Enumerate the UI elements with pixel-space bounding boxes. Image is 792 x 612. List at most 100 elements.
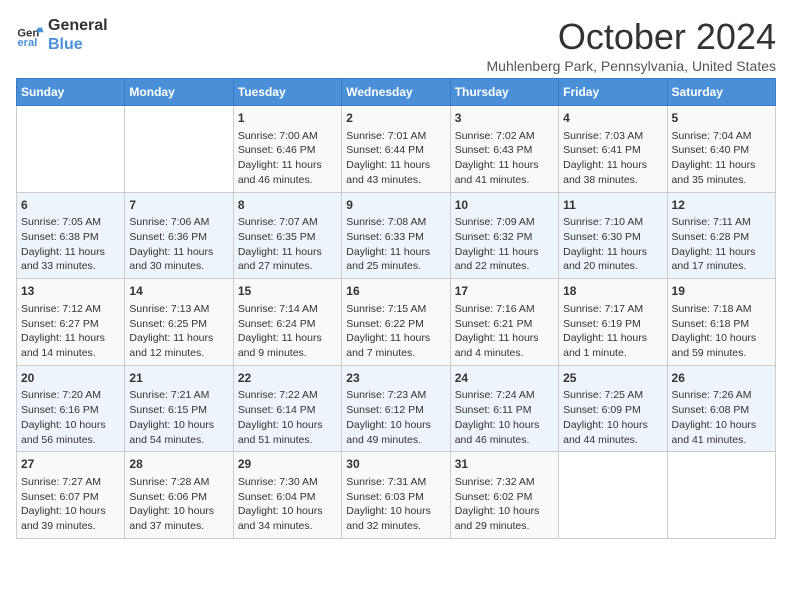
daylight-text: Daylight: 10 hours and 41 minutes. xyxy=(672,418,771,447)
day-cell: 15Sunrise: 7:14 AMSunset: 6:24 PMDayligh… xyxy=(233,279,341,366)
day-cell xyxy=(125,106,233,193)
sunset-text: Sunset: 6:38 PM xyxy=(21,230,120,245)
day-number: 5 xyxy=(672,110,771,127)
daylight-text: Daylight: 11 hours and 35 minutes. xyxy=(672,158,771,187)
day-cell: 20Sunrise: 7:20 AMSunset: 6:16 PMDayligh… xyxy=(17,365,125,452)
day-cell: 11Sunrise: 7:10 AMSunset: 6:30 PMDayligh… xyxy=(559,192,667,279)
day-number: 24 xyxy=(455,370,554,387)
sunset-text: Sunset: 6:21 PM xyxy=(455,317,554,332)
daylight-text: Daylight: 10 hours and 34 minutes. xyxy=(238,504,337,533)
daylight-text: Daylight: 11 hours and 25 minutes. xyxy=(346,245,445,274)
sunrise-text: Sunrise: 7:25 AM xyxy=(563,388,662,403)
day-cell: 5 Sunrise: 7:04 AMSunset: 6:40 PMDaylight… xyxy=(667,106,775,193)
sunrise-text: Sunrise: 7:12 AM xyxy=(21,302,120,317)
daylight-text: Daylight: 11 hours and 9 minutes. xyxy=(238,331,337,360)
sunset-text: Sunset: 6:22 PM xyxy=(346,317,445,332)
daylight-text: Daylight: 11 hours and 38 minutes. xyxy=(563,158,662,187)
daylight-text: Daylight: 11 hours and 22 minutes. xyxy=(455,245,554,274)
daylight-text: Daylight: 11 hours and 7 minutes. xyxy=(346,331,445,360)
sunset-text: Sunset: 6:24 PM xyxy=(238,317,337,332)
sunrise-text: Sunrise: 7:21 AM xyxy=(129,388,228,403)
day-number: 16 xyxy=(346,283,445,300)
sunrise-text: Sunrise: 7:22 AM xyxy=(238,388,337,403)
sunset-text: Sunset: 6:40 PM xyxy=(672,143,771,158)
logo: Gen eral General Blue xyxy=(16,16,108,54)
day-cell: 21Sunrise: 7:21 AMSunset: 6:15 PMDayligh… xyxy=(125,365,233,452)
sunrise-text: Sunrise: 7:26 AM xyxy=(672,388,771,403)
day-number: 4 xyxy=(563,110,662,127)
daylight-text: Daylight: 11 hours and 14 minutes. xyxy=(21,331,120,360)
day-number: 27 xyxy=(21,456,120,473)
day-cell: 1Sunrise: 7:00 AMSunset: 6:46 PMDaylight… xyxy=(233,106,341,193)
daylight-text: Daylight: 11 hours and 46 minutes. xyxy=(238,158,337,187)
location-subtitle: Muhlenberg Park, Pennsylvania, United St… xyxy=(487,58,777,74)
col-header-thursday: Thursday xyxy=(450,79,558,106)
sunset-text: Sunset: 6:33 PM xyxy=(346,230,445,245)
daylight-text: Daylight: 11 hours and 20 minutes. xyxy=(563,245,662,274)
sunrise-text: Sunrise: 7:11 AM xyxy=(672,215,771,230)
daylight-text: Daylight: 11 hours and 33 minutes. xyxy=(21,245,120,274)
day-cell: 30Sunrise: 7:31 AMSunset: 6:03 PMDayligh… xyxy=(342,452,450,539)
day-number: 12 xyxy=(672,197,771,214)
sunset-text: Sunset: 6:07 PM xyxy=(21,490,120,505)
day-number: 20 xyxy=(21,370,120,387)
sunset-text: Sunset: 6:16 PM xyxy=(21,403,120,418)
sunrise-text: Sunrise: 7:31 AM xyxy=(346,475,445,490)
sunset-text: Sunset: 6:09 PM xyxy=(563,403,662,418)
sunrise-text: Sunrise: 7:04 AM xyxy=(672,129,771,144)
daylight-text: Daylight: 11 hours and 4 minutes. xyxy=(455,331,554,360)
sunrise-text: Sunrise: 7:16 AM xyxy=(455,302,554,317)
day-cell: 22Sunrise: 7:22 AMSunset: 6:14 PMDayligh… xyxy=(233,365,341,452)
daylight-text: Daylight: 10 hours and 32 minutes. xyxy=(346,504,445,533)
day-number: 2 xyxy=(346,110,445,127)
day-cell: 26Sunrise: 7:26 AMSunset: 6:08 PMDayligh… xyxy=(667,365,775,452)
sunset-text: Sunset: 6:44 PM xyxy=(346,143,445,158)
day-number: 17 xyxy=(455,283,554,300)
sunset-text: Sunset: 6:08 PM xyxy=(672,403,771,418)
sunset-text: Sunset: 6:27 PM xyxy=(21,317,120,332)
day-number: 21 xyxy=(129,370,228,387)
sunrise-text: Sunrise: 7:09 AM xyxy=(455,215,554,230)
sunset-text: Sunset: 6:12 PM xyxy=(346,403,445,418)
daylight-text: Daylight: 11 hours and 12 minutes. xyxy=(129,331,228,360)
day-number: 7 xyxy=(129,197,228,214)
sunset-text: Sunset: 6:02 PM xyxy=(455,490,554,505)
day-number: 30 xyxy=(346,456,445,473)
col-header-sunday: Sunday xyxy=(17,79,125,106)
day-number: 22 xyxy=(238,370,337,387)
sunrise-text: Sunrise: 7:17 AM xyxy=(563,302,662,317)
day-cell: 3Sunrise: 7:02 AMSunset: 6:43 PMDaylight… xyxy=(450,106,558,193)
day-number: 3 xyxy=(455,110,554,127)
day-cell: 24Sunrise: 7:24 AMSunset: 6:11 PMDayligh… xyxy=(450,365,558,452)
week-row-2: 6Sunrise: 7:05 AMSunset: 6:38 PMDaylight… xyxy=(17,192,776,279)
day-cell: 29Sunrise: 7:30 AMSunset: 6:04 PMDayligh… xyxy=(233,452,341,539)
sunset-text: Sunset: 6:46 PM xyxy=(238,143,337,158)
day-number: 23 xyxy=(346,370,445,387)
sunrise-text: Sunrise: 7:27 AM xyxy=(21,475,120,490)
day-cell: 12Sunrise: 7:11 AMSunset: 6:28 PMDayligh… xyxy=(667,192,775,279)
day-number: 31 xyxy=(455,456,554,473)
daylight-text: Daylight: 11 hours and 27 minutes. xyxy=(238,245,337,274)
week-row-4: 20Sunrise: 7:20 AMSunset: 6:16 PMDayligh… xyxy=(17,365,776,452)
sunset-text: Sunset: 6:32 PM xyxy=(455,230,554,245)
sunrise-text: Sunrise: 7:02 AM xyxy=(455,129,554,144)
week-row-1: 1Sunrise: 7:00 AMSunset: 6:46 PMDaylight… xyxy=(17,106,776,193)
sunrise-text: Sunrise: 7:13 AM xyxy=(129,302,228,317)
month-title: October 2024 xyxy=(487,16,777,58)
day-cell: 31Sunrise: 7:32 AMSunset: 6:02 PMDayligh… xyxy=(450,452,558,539)
day-cell: 13Sunrise: 7:12 AMSunset: 6:27 PMDayligh… xyxy=(17,279,125,366)
daylight-text: Daylight: 10 hours and 29 minutes. xyxy=(455,504,554,533)
day-number: 10 xyxy=(455,197,554,214)
sunrise-text: Sunrise: 7:18 AM xyxy=(672,302,771,317)
day-cell: 8Sunrise: 7:07 AMSunset: 6:35 PMDaylight… xyxy=(233,192,341,279)
day-cell: 17 Sunrise: 7:16 AMSunset: 6:21 PMDayligh… xyxy=(450,279,558,366)
sunrise-text: Sunrise: 7:24 AM xyxy=(455,388,554,403)
day-cell: 7Sunrise: 7:06 AMSunset: 6:36 PMDaylight… xyxy=(125,192,233,279)
daylight-text: Daylight: 10 hours and 46 minutes. xyxy=(455,418,554,447)
daylight-text: Daylight: 10 hours and 44 minutes. xyxy=(563,418,662,447)
day-number: 26 xyxy=(672,370,771,387)
daylight-text: Daylight: 10 hours and 49 minutes. xyxy=(346,418,445,447)
calendar-table: SundayMondayTuesdayWednesdayThursdayFrid… xyxy=(16,78,776,539)
day-number: 28 xyxy=(129,456,228,473)
day-cell: 25Sunrise: 7:25 AMSunset: 6:09 PMDayligh… xyxy=(559,365,667,452)
